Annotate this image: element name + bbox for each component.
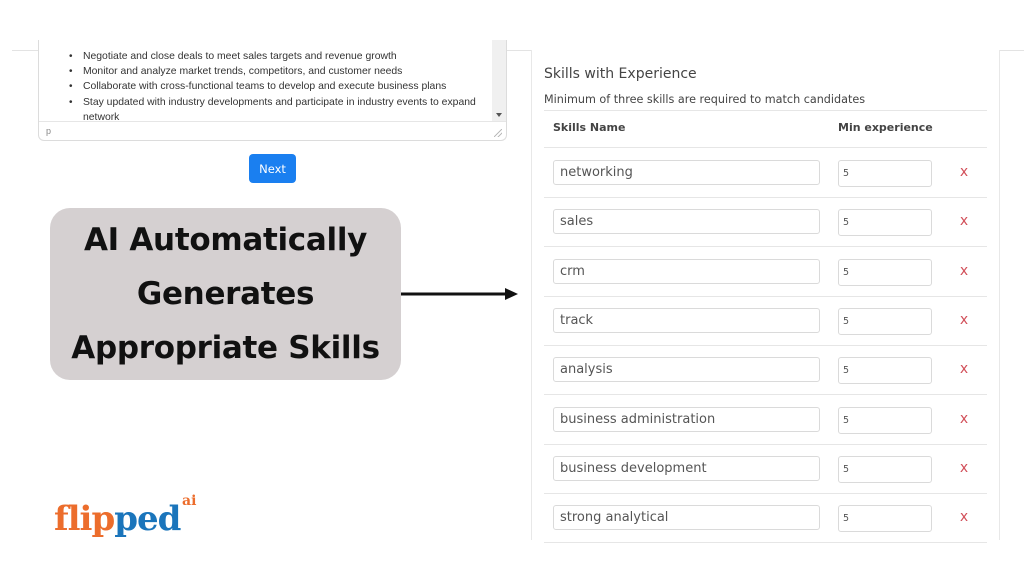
list-item: Collaborate with cross-functional teams … (69, 79, 492, 94)
responsibilities-list: Negotiate and close deals to meet sales … (39, 49, 492, 125)
divider (544, 110, 987, 111)
min-experience-input[interactable] (838, 209, 932, 237)
table-row: x (544, 248, 987, 297)
remove-skill-button[interactable]: x (953, 409, 975, 429)
remove-skill-button[interactable]: x (953, 261, 975, 281)
arrow-right-icon (401, 288, 518, 300)
skill-name-input[interactable] (553, 160, 820, 185)
column-header-skill: Skills Name (553, 121, 626, 134)
table-row: x (544, 346, 987, 396)
skill-name-input[interactable] (553, 505, 820, 531)
min-experience-input[interactable] (838, 455, 932, 483)
skill-name-input[interactable] (553, 455, 820, 481)
min-experience-input[interactable] (838, 258, 932, 286)
min-experience-input[interactable] (838, 357, 932, 385)
editor-content[interactable]: Negotiate and close deals to meet sales … (39, 49, 492, 130)
logo-text-orange: flip (54, 499, 115, 539)
logo-superscript: ai (182, 493, 197, 509)
min-experience-input[interactable] (838, 307, 932, 335)
flipped-ai-logo: flipped ai (54, 493, 214, 547)
callout-line: AI Automatically (83, 222, 368, 258)
column-header-experience: Min experience (838, 121, 933, 134)
scroll-down-icon[interactable] (496, 113, 502, 117)
skill-name-input[interactable] (553, 209, 820, 235)
editor-status-bar: p (39, 121, 506, 140)
list-item: Negotiate and close deals to meet sales … (69, 49, 492, 64)
skills-panel: Skills with Experience Minimum of three … (531, 50, 1000, 544)
table-row: x (544, 494, 987, 544)
list-item: Monitor and analyze market trends, compe… (69, 64, 492, 79)
remove-skill-button[interactable]: x (953, 310, 975, 330)
table-row: x (544, 297, 987, 346)
remove-skill-button[interactable]: x (953, 458, 975, 478)
divider (544, 147, 987, 148)
callout-box: AI Automatically Generates Appropriate S… (50, 208, 401, 380)
panel-subtitle: Minimum of three skills are required to … (544, 93, 866, 106)
skill-name-input[interactable] (553, 258, 820, 284)
min-experience-input[interactable] (838, 160, 932, 187)
table-row: x (544, 149, 987, 198)
remove-skill-button[interactable]: x (953, 359, 975, 379)
min-experience-input[interactable] (838, 406, 932, 434)
table-row: x (544, 445, 987, 494)
skill-name-input[interactable] (553, 406, 820, 432)
table-row: x (544, 198, 987, 248)
panel-title: Skills with Experience (544, 66, 697, 82)
logo-text-blue: ped (114, 499, 181, 539)
skill-name-input[interactable] (553, 357, 820, 383)
next-button[interactable]: Next (249, 154, 296, 183)
job-description-editor[interactable]: Negotiate and close deals to meet sales … (38, 40, 507, 141)
callout-line: Appropriate Skills (71, 330, 380, 366)
element-path: p (46, 126, 52, 136)
resize-handle-icon[interactable] (494, 129, 502, 137)
editor-scrollbar[interactable] (492, 40, 506, 121)
min-experience-input[interactable] (838, 505, 932, 533)
callout-line: Generates (136, 276, 315, 312)
remove-skill-button[interactable]: x (953, 507, 975, 527)
skill-name-input[interactable] (553, 307, 820, 333)
table-row: x (544, 396, 987, 445)
remove-skill-button[interactable]: x (953, 211, 975, 231)
remove-skill-button[interactable]: x (953, 162, 975, 182)
